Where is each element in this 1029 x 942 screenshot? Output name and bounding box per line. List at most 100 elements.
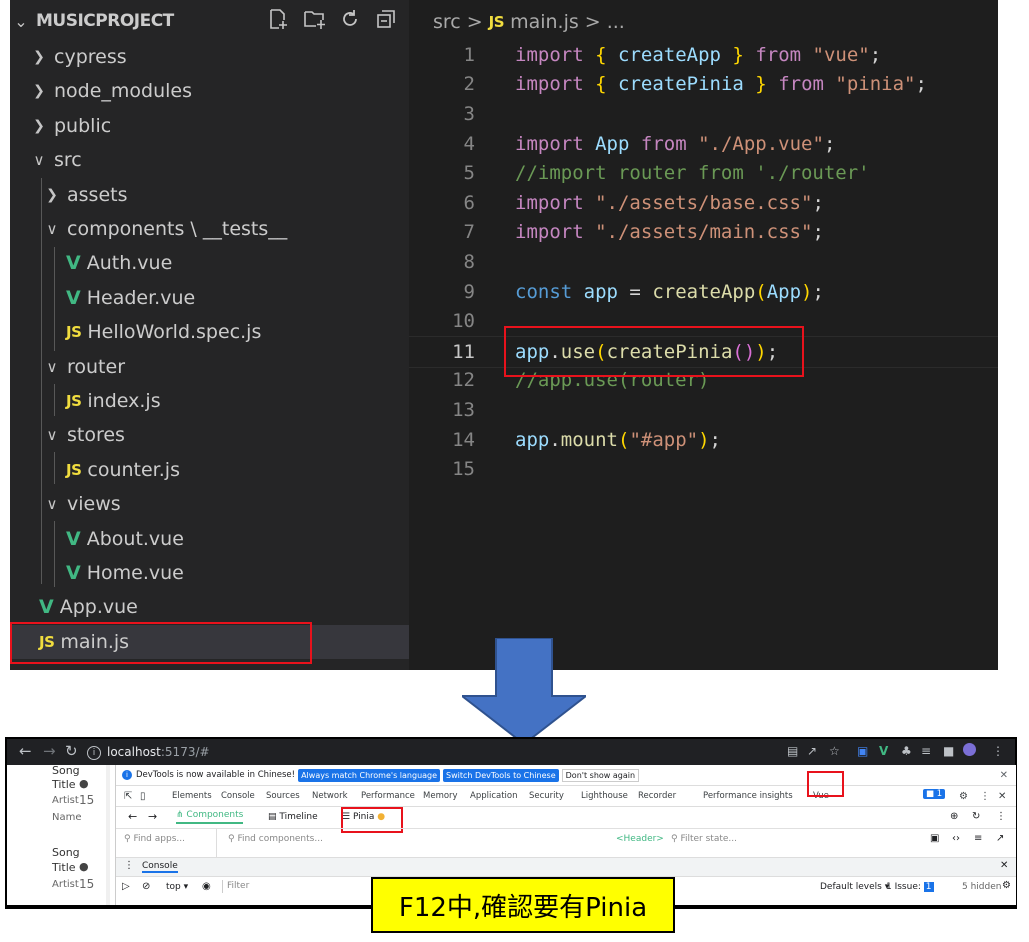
new-file-icon[interactable] xyxy=(267,8,289,30)
back-icon[interactable]: ← xyxy=(128,810,137,823)
pane-divider[interactable] xyxy=(216,829,217,857)
more-options-icon[interactable]: ⋮ xyxy=(996,811,1006,822)
code-line[interactable]: 7 import "./assets/main.css"; xyxy=(409,218,998,248)
find-apps-input[interactable]: ⚲ Find apps... xyxy=(124,834,185,844)
tab-memory[interactable]: Memory xyxy=(423,791,458,801)
issues-counter[interactable]: 1 Issue: 1 xyxy=(886,882,934,892)
close-drawer-icon[interactable]: ✕ xyxy=(1000,860,1008,871)
tree-item-public[interactable]: ❯ public xyxy=(10,109,409,143)
code-line[interactable]: 14 app.mount("#app"); xyxy=(409,425,998,455)
code-line[interactable]: 2 import { createPinia } from "pinia"; xyxy=(409,70,998,100)
site-info-icon[interactable]: i xyxy=(87,745,101,760)
more-options-icon[interactable]: ⋮ xyxy=(980,791,990,802)
sidebar-toggle-icon[interactable]: ▷ xyxy=(122,881,130,892)
code-line[interactable]: 3 xyxy=(409,99,998,129)
tree-item-header-vue[interactable]: V Header.vue xyxy=(10,281,409,315)
tab-components[interactable]: ⋔ Components xyxy=(176,810,244,824)
code-line[interactable]: 4 import App from "./App.vue"; xyxy=(409,129,998,159)
code-line[interactable]: 13 xyxy=(409,395,998,425)
eye-icon[interactable]: ◉ xyxy=(202,881,211,892)
clear-console-icon[interactable]: ⊘ xyxy=(142,881,150,892)
tab-network[interactable]: Network xyxy=(312,791,348,801)
tab-lighthouse[interactable]: Lighthouse xyxy=(581,791,628,801)
more-menu-icon[interactable]: ⋮ xyxy=(992,744,1004,758)
address-bar[interactable]: i localhost:5173/# xyxy=(87,742,829,762)
collapse-all-icon[interactable] xyxy=(375,8,397,30)
profile-avatar-icon[interactable] xyxy=(963,743,976,756)
code-line[interactable]: 8 xyxy=(409,247,998,277)
issues-badge[interactable]: ■ 1 xyxy=(923,789,946,799)
code-line[interactable]: 5 //import router from './router' xyxy=(409,158,998,188)
forward-icon[interactable]: → xyxy=(43,742,56,760)
tree-item-components-tests[interactable]: ∨ components \ __tests__ xyxy=(10,212,409,246)
tree-item-router[interactable]: ∨ router xyxy=(10,350,409,384)
translate-icon[interactable]: ▤ xyxy=(787,744,798,758)
find-components-input[interactable]: ⚲ Find components... xyxy=(228,834,323,844)
code-line[interactable]: 15 xyxy=(409,454,998,484)
code-editor[interactable]: src > JS main.js > ... 1 import { createA… xyxy=(409,0,998,670)
console-drawer-tab[interactable]: Console xyxy=(142,861,178,873)
tree-item-node-modules[interactable]: ❯ node_modules xyxy=(10,74,409,108)
tree-item-assets[interactable]: ❯ assets xyxy=(10,178,409,212)
new-folder-icon[interactable] xyxy=(303,8,325,30)
tree-item-home-vue[interactable]: V Home.vue xyxy=(10,556,409,590)
close-devtools-icon[interactable]: ✕ xyxy=(998,791,1006,802)
breadcrumb-tail[interactable]: > ... xyxy=(585,11,625,33)
refresh-icon[interactable]: ↻ xyxy=(972,811,980,822)
tab-elements[interactable]: Elements xyxy=(172,791,212,801)
tab-application[interactable]: Application xyxy=(470,791,518,801)
extensions-puzzle-icon[interactable]: ♣ xyxy=(901,744,912,758)
tab-performance-insights[interactable]: Performance insights xyxy=(703,791,793,801)
code-icon[interactable]: ‹› xyxy=(952,833,960,844)
tree-item-app-vue[interactable]: V App.vue xyxy=(10,590,409,624)
tree-item-views[interactable]: ∨ views xyxy=(10,487,409,521)
target-icon[interactable]: ⊕ xyxy=(950,811,958,822)
tab-timeline[interactable]: ▤ Timeline xyxy=(268,812,318,822)
inspect-dom-icon[interactable]: ▣ xyxy=(930,833,939,844)
breadcrumb-folder[interactable]: src xyxy=(433,11,461,33)
tree-item-index-js[interactable]: JS index.js xyxy=(10,384,409,418)
dont-show-again-button[interactable]: Don't show again xyxy=(561,768,640,782)
back-icon[interactable]: ← xyxy=(19,742,32,760)
tree-item-src[interactable]: ∨ src xyxy=(10,143,409,177)
switch-to-chinese-button[interactable]: Switch DevTools to Chinese xyxy=(443,768,559,782)
tab-performance[interactable]: Performance xyxy=(361,791,415,801)
share-icon[interactable]: ↗ xyxy=(807,744,817,758)
tree-item-stores[interactable]: ∨ stores xyxy=(10,418,409,452)
forward-icon[interactable]: → xyxy=(148,810,157,823)
close-banner-icon[interactable]: ✕ xyxy=(1000,770,1008,781)
code-line[interactable]: 6 import "./assets/base.css"; xyxy=(409,188,998,218)
code-line[interactable]: 9 const app = createApp(App); xyxy=(409,277,998,307)
device-toolbar-icon[interactable]: ▯ xyxy=(140,791,146,802)
tree-item-helloworld-spec-js[interactable]: JS HelloWorld.spec.js xyxy=(10,315,409,349)
filter-state-input[interactable]: ⚲ Filter state... xyxy=(671,834,737,844)
bookmark-star-icon[interactable]: ☆ xyxy=(829,744,840,758)
default-levels-dropdown[interactable]: Default levels ▾ xyxy=(820,882,889,892)
console-settings-icon[interactable]: ⚙ xyxy=(1002,880,1011,891)
vue-devtools-extension-icon[interactable]: V xyxy=(879,744,888,758)
refresh-icon[interactable] xyxy=(339,8,361,30)
tab-security[interactable]: Security xyxy=(529,791,564,801)
page-scrollbar[interactable] xyxy=(106,765,110,905)
tree-item-cypress[interactable]: ❯ cypress xyxy=(10,40,409,74)
open-external-icon[interactable]: ↗ xyxy=(996,833,1004,844)
always-match-language-button[interactable]: Always match Chrome's language xyxy=(298,768,441,782)
settings-gear-icon[interactable]: ⚙ xyxy=(959,791,968,802)
translate-extension-icon[interactable]: ▣ xyxy=(857,744,868,758)
render-code-icon[interactable]: ≡ xyxy=(974,833,982,844)
context-selector[interactable]: top ▾ xyxy=(166,882,188,892)
breadcrumb-file[interactable]: main.js xyxy=(510,11,579,33)
tree-item-auth-vue[interactable]: V Auth.vue xyxy=(10,246,409,280)
code-line[interactable]: 1 import { createApp } from "vue"; xyxy=(409,40,998,70)
media-icon[interactable]: ≡ xyxy=(921,744,931,758)
tab-console[interactable]: Console xyxy=(221,791,255,801)
reload-icon[interactable]: ↻ xyxy=(65,742,78,760)
tree-item-counter-js[interactable]: JS counter.js xyxy=(10,453,409,487)
side-panel-icon[interactable]: ■ xyxy=(943,744,954,758)
drawer-menu-icon[interactable]: ⋮ xyxy=(124,860,134,871)
inspect-icon[interactable]: ⇱ xyxy=(124,791,132,802)
tab-recorder[interactable]: Recorder xyxy=(638,791,676,801)
tab-sources[interactable]: Sources xyxy=(266,791,300,801)
chevron-down-icon[interactable]: ⌄ xyxy=(14,12,28,31)
tree-item-about-vue[interactable]: V About.vue xyxy=(10,522,409,556)
